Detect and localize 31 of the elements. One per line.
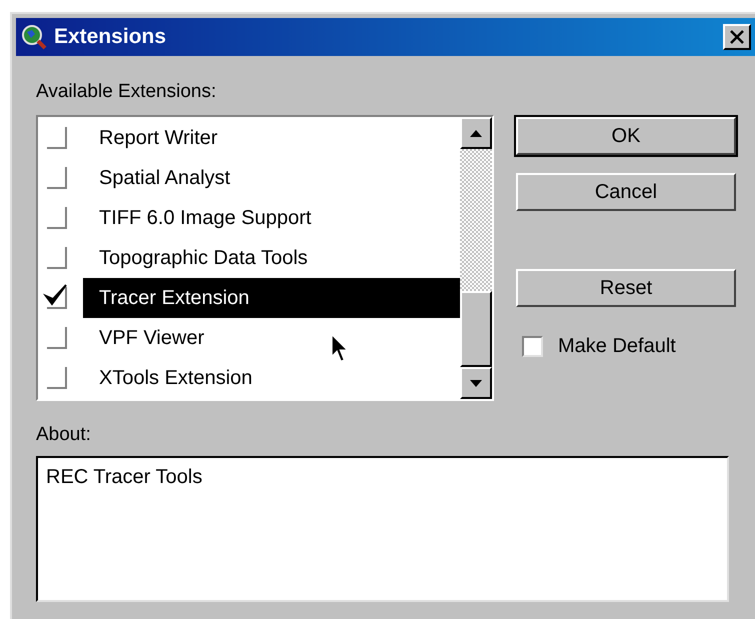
about-label: About: bbox=[36, 425, 92, 444]
list-item[interactable]: Tracer Extension bbox=[83, 278, 460, 318]
globe-magnifier-icon bbox=[20, 23, 48, 51]
checkbox[interactable] bbox=[47, 167, 67, 189]
scroll-thumb[interactable] bbox=[460, 291, 492, 367]
dialog-button[interactable]: Reset bbox=[516, 269, 736, 307]
checkbox[interactable] bbox=[47, 367, 67, 389]
checkbox-label[interactable]: Make Default bbox=[558, 331, 676, 361]
scrollbar[interactable] bbox=[460, 117, 492, 399]
list-item[interactable]: Spatial Analyst bbox=[83, 158, 460, 198]
checkbox[interactable] bbox=[47, 247, 67, 269]
list-item[interactable]: TIFF 6.0 Image Support bbox=[83, 198, 460, 238]
list-label: Available Extensions: bbox=[36, 82, 218, 101]
down-arrow-icon bbox=[470, 380, 482, 386]
checkbox[interactable] bbox=[47, 327, 67, 349]
scroll-up-button[interactable] bbox=[460, 117, 492, 149]
list-item[interactable]: VPF Viewer bbox=[83, 318, 460, 358]
checkbox[interactable] bbox=[47, 207, 67, 229]
close-icon bbox=[730, 30, 744, 44]
close-button[interactable] bbox=[723, 24, 751, 50]
list-item[interactable]: Report Writer bbox=[83, 118, 460, 158]
dialog-button[interactable]: OK bbox=[516, 117, 736, 155]
checkbox[interactable] bbox=[47, 127, 67, 149]
scroll-down-button[interactable] bbox=[460, 367, 492, 399]
about-text: REC Tracer Tools bbox=[46, 466, 202, 488]
window-title: Extensions bbox=[54, 24, 166, 50]
dialog-button[interactable]: Cancel bbox=[516, 173, 736, 211]
list-item[interactable]: Topographic Data Tools bbox=[83, 238, 460, 278]
up-arrow-icon bbox=[470, 130, 482, 136]
checkbox[interactable] bbox=[522, 336, 543, 356]
list-item[interactable]: XTools Extension bbox=[83, 358, 460, 398]
